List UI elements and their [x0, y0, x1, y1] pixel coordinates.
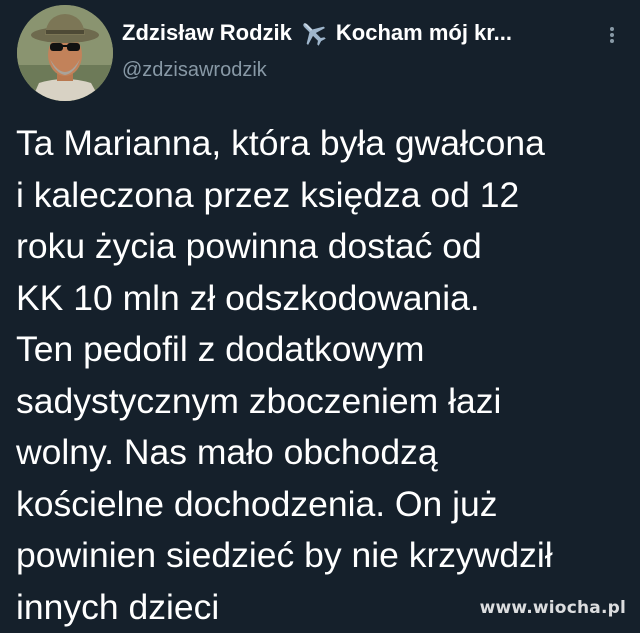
more-options-dot [610, 33, 614, 37]
tweet-body-line: roku życia powinna dostać od [16, 221, 628, 273]
tweet-body-line: sadystycznym zboczeniem łazi [16, 376, 628, 428]
tweet-body-line: i kaleczona przez księdza od 12 [16, 170, 628, 222]
author-name[interactable]: Zdzisław Rodzik [122, 18, 292, 48]
avatar[interactable] [17, 5, 113, 101]
more-options-icon[interactable] [600, 22, 624, 48]
watermark: www.wiocha.pl [480, 598, 626, 618]
tweet-body-line: powinien siedzieć by nie krzywdził [16, 530, 628, 582]
tweet-body-line: wolny. Nas mało obchodzą [16, 427, 628, 479]
tweet-card: Zdzisław Rodzik Kocham mój kr... @zdzisa… [0, 0, 640, 629]
airplane-icon [298, 18, 328, 48]
tweet-body-line: Ten pedofil z dodatkowym [16, 324, 628, 376]
tweet-header: Zdzisław Rodzik Kocham mój kr... @zdzisa… [122, 18, 602, 83]
more-options-dot [610, 27, 614, 31]
tweet-body: Ta Marianna, która była gwałcona i kalec… [16, 118, 628, 633]
author-bio-snippet: Kocham mój kr... [336, 18, 512, 48]
more-options-dot [610, 39, 614, 43]
tweet-body-line: KK 10 mln zł odszkodowania. [16, 273, 628, 325]
avatar-photo [17, 5, 113, 101]
author-name-row[interactable]: Zdzisław Rodzik Kocham mój kr... [122, 18, 602, 48]
author-handle[interactable]: @zdzisawrodzik [122, 57, 602, 83]
tweet-body-line: Ta Marianna, która była gwałcona [16, 118, 628, 170]
tweet-body-line: kościelne dochodzenia. On już [16, 479, 628, 531]
